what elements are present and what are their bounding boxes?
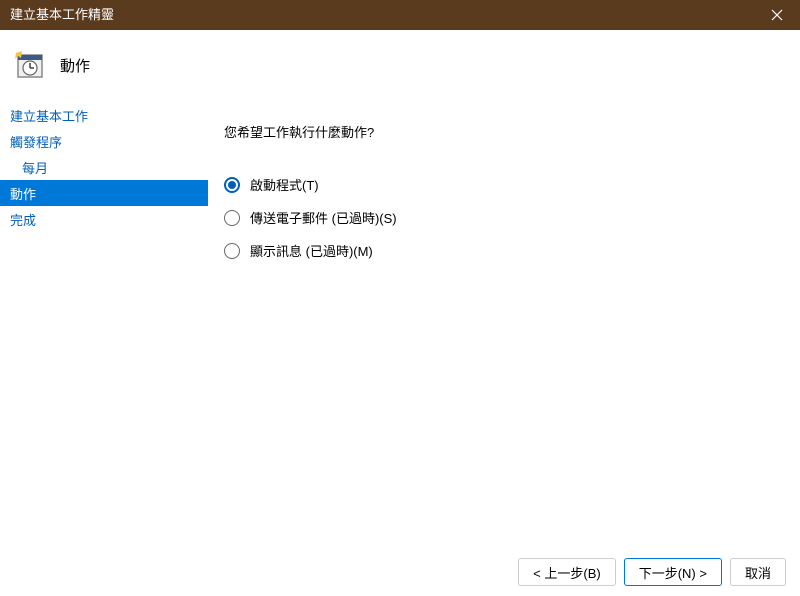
wizard-sidebar: 建立基本工作 觸發程序 每月 動作 完成 xyxy=(0,100,208,548)
page-title: 動作 xyxy=(60,55,90,76)
sidebar-item-finish[interactable]: 完成 xyxy=(0,206,208,232)
radio-indicator xyxy=(224,243,240,259)
close-icon xyxy=(771,9,783,21)
radio-send-email[interactable]: 傳送電子郵件 (已過時)(S) xyxy=(224,208,780,227)
radio-label: 傳送電子郵件 (已過時)(S) xyxy=(250,208,397,227)
action-question: 您希望工作執行什麼動作? xyxy=(224,122,780,141)
sidebar-item-trigger[interactable]: 觸發程序 xyxy=(0,128,208,154)
back-button[interactable]: < 上一步(B) xyxy=(518,558,616,586)
radio-dot-icon xyxy=(228,181,236,189)
radio-display-message[interactable]: 顯示訊息 (已過時)(M) xyxy=(224,241,780,260)
wizard-header: 動作 xyxy=(0,30,800,100)
titlebar: 建立基本工作精靈 xyxy=(0,0,800,30)
close-button[interactable] xyxy=(754,0,800,30)
wizard-footer: < 上一步(B) 下一步(N) > 取消 xyxy=(0,548,800,596)
next-button[interactable]: 下一步(N) > xyxy=(624,558,722,586)
radio-indicator xyxy=(224,210,240,226)
radio-start-program[interactable]: 啟動程式(T) xyxy=(224,175,780,194)
sidebar-item-label: 每月 xyxy=(22,158,48,177)
sidebar-item-action[interactable]: 動作 xyxy=(0,180,208,206)
sidebar-item-label: 建立基本工作 xyxy=(10,106,88,125)
sidebar-item-create-basic-task[interactable]: 建立基本工作 xyxy=(0,102,208,128)
main-panel: 您希望工作執行什麼動作? 啟動程式(T) 傳送電子郵件 (已過時)(S) 顯示訊… xyxy=(208,100,800,548)
content-area: 建立基本工作 觸發程序 每月 動作 完成 您希望工作執行什麼動作? 啟動程式(T… xyxy=(0,100,800,548)
radio-label: 啟動程式(T) xyxy=(250,175,319,194)
action-radio-group: 啟動程式(T) 傳送電子郵件 (已過時)(S) 顯示訊息 (已過時)(M) xyxy=(224,175,780,260)
sidebar-item-label: 動作 xyxy=(10,184,36,203)
sidebar-item-label: 觸發程序 xyxy=(10,132,62,151)
window-title: 建立基本工作精靈 xyxy=(10,0,114,30)
sidebar-item-monthly[interactable]: 每月 xyxy=(0,154,208,180)
radio-indicator xyxy=(224,177,240,193)
cancel-button[interactable]: 取消 xyxy=(730,558,786,586)
sidebar-item-label: 完成 xyxy=(10,210,36,229)
scheduler-icon xyxy=(14,49,46,81)
radio-label: 顯示訊息 (已過時)(M) xyxy=(250,241,373,260)
